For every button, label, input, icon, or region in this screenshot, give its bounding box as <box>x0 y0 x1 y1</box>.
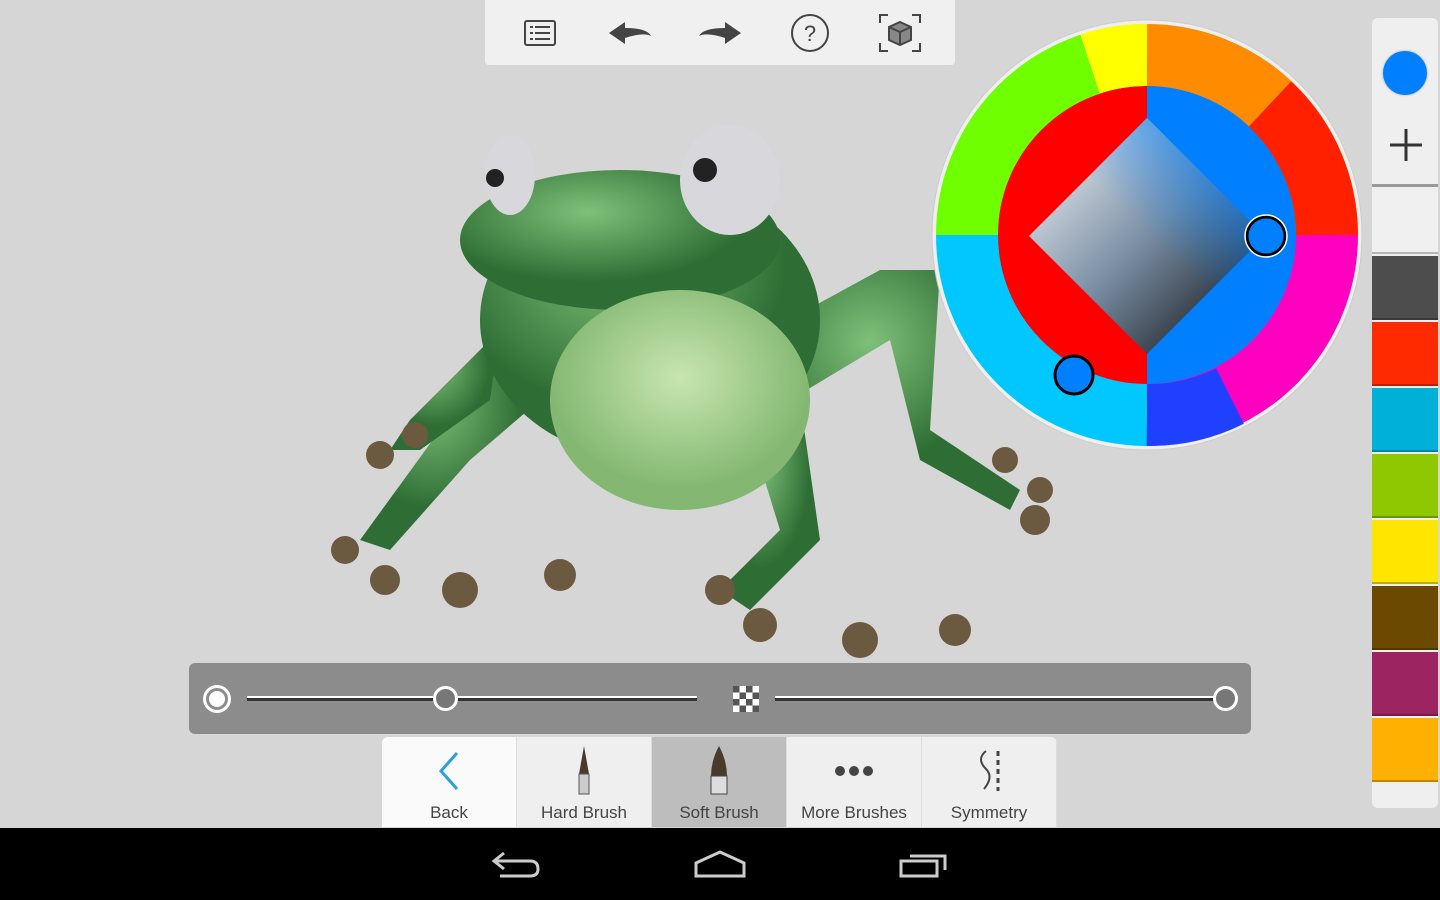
brush-toolbar: Back Hard Brush Soft Brush More Brushes … <box>382 737 1057 827</box>
3d-view-icon <box>879 13 921 52</box>
undo-icon <box>609 21 651 44</box>
opacity-slider-track[interactable] <box>775 696 1225 701</box>
layers-button[interactable] <box>510 8 570 58</box>
symmetry-icon <box>980 750 1000 791</box>
color-swatch[interactable] <box>1372 718 1438 782</box>
svg-text:?: ? <box>804 21 816 46</box>
nav-home-icon[interactable] <box>692 849 748 879</box>
size-slider-thumb[interactable] <box>433 686 458 711</box>
back-chevron-icon <box>438 752 459 790</box>
color-swatch[interactable] <box>1372 586 1438 650</box>
soft-brush-icon <box>710 746 728 795</box>
color-swatch[interactable] <box>1372 190 1438 254</box>
soft-brush-button[interactable]: Soft Brush <box>652 737 787 827</box>
opacity-slider-thumb[interactable] <box>1213 686 1238 711</box>
nav-recents-icon[interactable] <box>898 849 950 879</box>
color-swatch[interactable] <box>1372 652 1438 716</box>
divider <box>1372 184 1438 187</box>
back-button[interactable]: Back <box>382 737 517 827</box>
brush-slider-bar <box>189 663 1251 734</box>
more-brushes-button[interactable]: More Brushes <box>787 737 922 827</box>
hard-brush-button[interactable]: Hard Brush <box>517 737 652 827</box>
layers-list-icon <box>524 19 556 46</box>
current-color-swatch[interactable] <box>1383 51 1427 95</box>
color-swatch[interactable] <box>1372 388 1438 452</box>
add-color-icon[interactable] <box>1389 128 1423 162</box>
size-slider-track[interactable] <box>247 696 697 701</box>
more-dots-icon <box>835 766 873 776</box>
view-3d-button[interactable] <box>870 8 930 58</box>
undo-button[interactable] <box>600 8 660 58</box>
opacity-checker-icon <box>733 686 759 712</box>
color-palette <box>1372 18 1438 808</box>
top-toolbar: ? <box>485 0 955 65</box>
symmetry-button[interactable]: Symmetry <box>922 737 1057 827</box>
hard-brush-icon <box>578 746 590 795</box>
sv-handle[interactable] <box>1245 215 1287 257</box>
help-button[interactable]: ? <box>780 8 840 58</box>
redo-icon <box>699 21 741 44</box>
hue-handle[interactable] <box>1053 354 1095 396</box>
size-indicator-icon <box>203 685 231 713</box>
color-swatch[interactable] <box>1372 322 1438 386</box>
color-swatch[interactable] <box>1372 520 1438 584</box>
help-icon: ? <box>791 13 829 52</box>
redo-button[interactable] <box>690 8 750 58</box>
color-swatch[interactable] <box>1372 256 1438 320</box>
color-swatch[interactable] <box>1372 454 1438 518</box>
android-nav-bar <box>0 828 1440 900</box>
color-wheel[interactable] <box>930 18 1364 452</box>
nav-back-icon[interactable] <box>490 849 542 879</box>
